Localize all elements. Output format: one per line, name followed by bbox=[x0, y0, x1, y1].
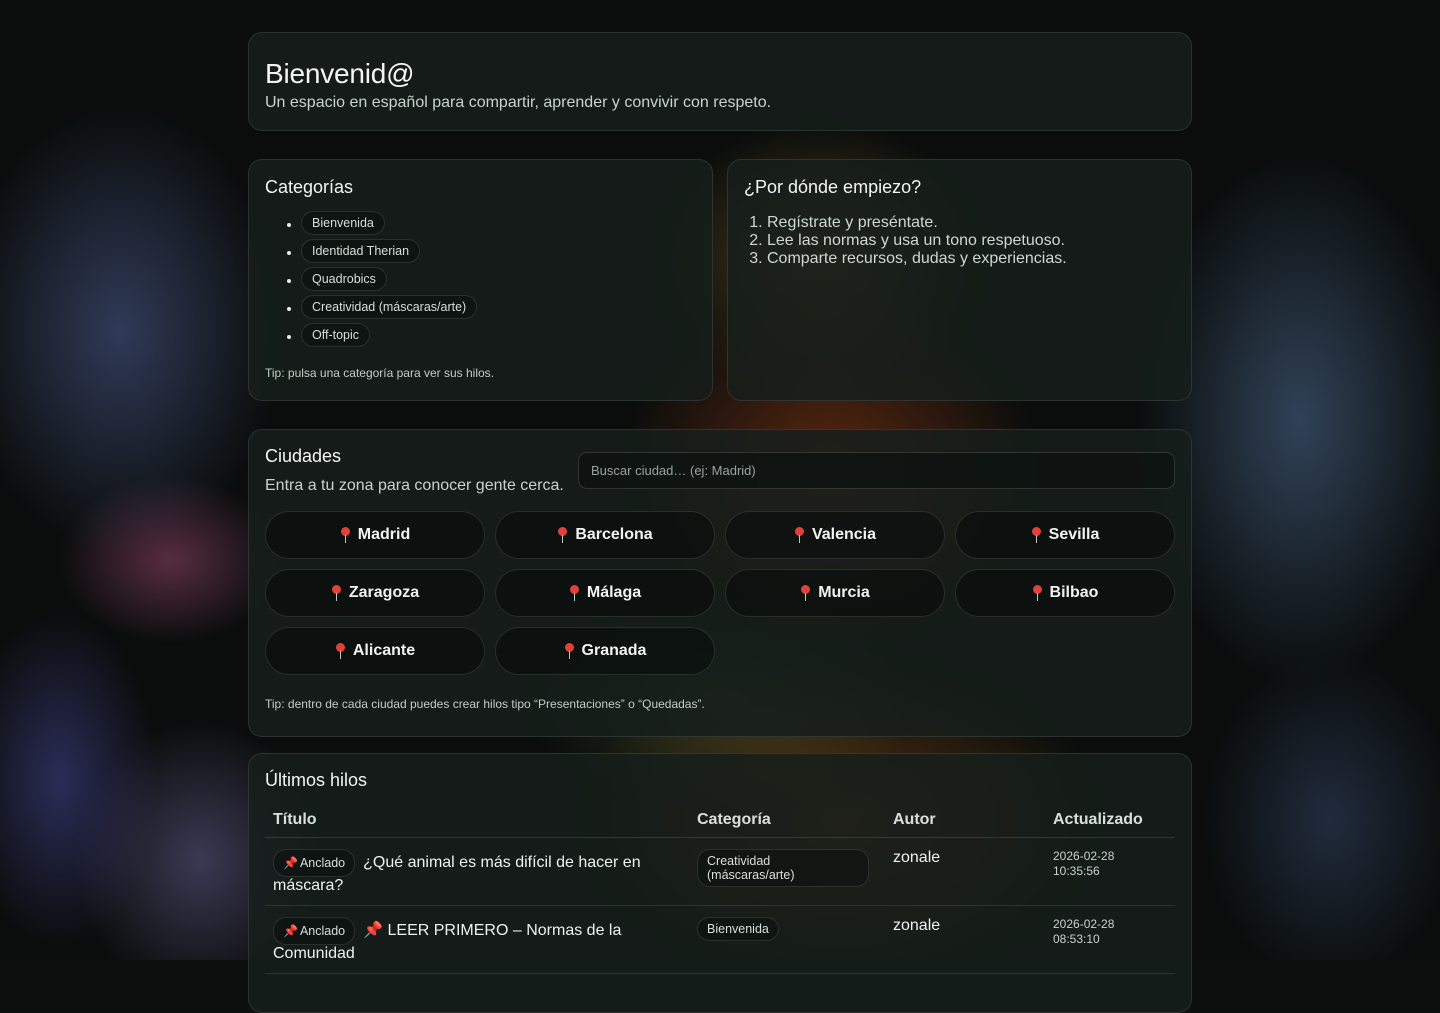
city-button-alicante[interactable]: Alicante bbox=[265, 627, 485, 675]
city-button-barcelona[interactable]: Barcelona bbox=[495, 511, 715, 559]
cities-heading: Ciudades Entra a tu zona para conocer ge… bbox=[265, 446, 564, 495]
thread-time: 10:35:56 bbox=[1053, 864, 1100, 878]
round-pushpin-icon bbox=[340, 527, 350, 543]
thread-date: 2026-02-28 bbox=[1053, 849, 1115, 863]
latest-threads-card: Últimos hilos Título Categoría Autor Act… bbox=[248, 753, 1192, 1013]
category-creatividad-link[interactable]: Creatividad (máscaras/arte) bbox=[301, 295, 478, 319]
column-header-updated: Actualizado bbox=[1045, 811, 1175, 838]
city-label: Sevilla bbox=[1048, 526, 1100, 543]
latest-threads-title: Últimos hilos bbox=[265, 770, 368, 790]
cities-header: Ciudades Entra a tu zona para conocer ge… bbox=[265, 446, 1175, 495]
pinned-badge-label: Anclado bbox=[299, 856, 346, 870]
thread-date: 2026-02-28 bbox=[1053, 917, 1115, 931]
pinned-badge: 📌 Anclado bbox=[273, 849, 356, 877]
city-button-murcia[interactable]: Murcia bbox=[725, 569, 945, 617]
cities-subtitle: Entra a tu zona para conocer gente cerca… bbox=[265, 477, 564, 494]
city-label: Málaga bbox=[586, 584, 642, 601]
round-pushpin-icon bbox=[800, 585, 811, 601]
thread-author: zonale bbox=[885, 905, 1045, 974]
cities-title: Ciudades bbox=[265, 446, 342, 466]
page-subtitle: Un espacio en español para compartir, ap… bbox=[265, 94, 772, 111]
pushpin-icon: 📌 bbox=[283, 856, 298, 870]
city-grid: Madrid Barcelona Valencia Sevilla Zarago… bbox=[265, 511, 1175, 675]
getting-started-title: ¿Por dónde empiezo? bbox=[744, 177, 922, 197]
pushpin-icon: 📌 bbox=[283, 924, 298, 938]
cities-card: Ciudades Entra a tu zona para conocer ge… bbox=[248, 429, 1192, 737]
city-button-malaga[interactable]: Málaga bbox=[495, 569, 715, 617]
list-item: Quadrobics bbox=[301, 267, 696, 296]
round-pushpin-icon bbox=[569, 585, 579, 601]
city-button-zaragoza[interactable]: Zaragoza bbox=[265, 569, 485, 617]
thread-category-link[interactable]: Bienvenida bbox=[697, 917, 779, 941]
info-row: Categorías Bienvenida Identidad Therian … bbox=[248, 159, 1192, 401]
round-pushpin-icon bbox=[331, 585, 341, 601]
column-header-author: Autor bbox=[885, 811, 1045, 838]
city-button-valencia[interactable]: Valencia bbox=[725, 511, 945, 559]
pinned-badge-label: Anclado bbox=[299, 924, 346, 938]
city-button-madrid[interactable]: Madrid bbox=[265, 511, 485, 559]
list-item: Bienvenida bbox=[301, 211, 696, 240]
thread-category-cell: Creatividad (máscaras/arte) bbox=[689, 837, 885, 906]
getting-started-steps: Regístrate y preséntate. Lee las normas … bbox=[744, 214, 1175, 268]
list-item: Creatividad (máscaras/arte) bbox=[301, 295, 696, 324]
step-item: Lee las normas y usa un tono respetuoso. bbox=[767, 232, 1175, 250]
cities-tip: Tip: dentro de cada ciudad puedes crear … bbox=[265, 697, 705, 711]
categories-tip: Tip: pulsa una categoría para ver sus hi… bbox=[265, 366, 495, 380]
thread-updated: 2026-02-28 08:53:10 bbox=[1045, 905, 1175, 974]
city-label: Granada bbox=[581, 642, 647, 659]
round-pushpin-icon bbox=[335, 643, 345, 659]
city-label: Murcia bbox=[818, 584, 870, 601]
round-pushpin-icon bbox=[1031, 527, 1041, 543]
categories-list: Bienvenida Identidad Therian Quadrobics … bbox=[265, 211, 696, 352]
city-label: Madrid bbox=[357, 526, 411, 543]
page-title: Bienvenid@ bbox=[265, 58, 415, 89]
column-header-category: Categoría bbox=[689, 811, 885, 838]
welcome-card: Bienvenid@ Un espacio en español para co… bbox=[248, 32, 1192, 131]
city-label: Alicante bbox=[352, 642, 416, 659]
thread-category-link[interactable]: Creatividad (máscaras/arte) bbox=[697, 849, 869, 887]
city-search-input[interactable] bbox=[578, 452, 1175, 489]
city-label: Barcelona bbox=[575, 526, 653, 543]
city-button-sevilla[interactable]: Sevilla bbox=[955, 511, 1175, 559]
thread-category-cell: Bienvenida bbox=[689, 905, 885, 974]
thread-title-cell: 📌 Anclado ¿Qué animal es más difícil de ha… bbox=[265, 837, 689, 906]
table-header-row: Título Categoría Autor Actualizado bbox=[265, 811, 1175, 838]
city-button-bilbao[interactable]: Bilbao bbox=[955, 569, 1175, 617]
main-container: Bienvenid@ Un espacio en español para co… bbox=[248, 32, 1192, 1013]
thread-updated: 2026-02-28 10:35:56 bbox=[1045, 837, 1175, 906]
category-bienvenida-link[interactable]: Bienvenida bbox=[301, 211, 385, 235]
pinned-badge: 📌 Anclado bbox=[273, 917, 356, 945]
city-label: Valencia bbox=[811, 526, 877, 543]
table-row: 📌 Anclado ¿Qué animal es más difícil de ha… bbox=[265, 837, 1175, 906]
thread-title-cell: 📌 Anclado 📌 LEER PRIMERO – Normas de la Co… bbox=[265, 905, 689, 974]
round-pushpin-icon bbox=[1032, 585, 1042, 601]
table-row: 📌 Anclado 📌 LEER PRIMERO – Normas de la Co… bbox=[265, 905, 1175, 974]
step-item: Comparte recursos, dudas y experiencias. bbox=[767, 250, 1175, 268]
city-button-granada[interactable]: Granada bbox=[495, 627, 715, 675]
list-item: Identidad Therian bbox=[301, 239, 696, 268]
categories-card: Categorías Bienvenida Identidad Therian … bbox=[248, 159, 713, 401]
categories-title: Categorías bbox=[265, 177, 354, 197]
category-off-topic-link[interactable]: Off-topic bbox=[301, 323, 371, 347]
city-label: Zaragoza bbox=[348, 584, 420, 601]
round-pushpin-icon bbox=[794, 527, 804, 543]
category-identidad-therian-link[interactable]: Identidad Therian bbox=[301, 239, 421, 263]
thread-author: zonale bbox=[885, 837, 1045, 906]
threads-table: Título Categoría Autor Actualizado 📌 Ancl… bbox=[265, 811, 1175, 974]
list-item: Off-topic bbox=[301, 323, 696, 352]
column-header-title: Título bbox=[265, 811, 689, 838]
city-label: Bilbao bbox=[1049, 584, 1099, 601]
getting-started-card: ¿Por dónde empiezo? Regístrate y presént… bbox=[727, 159, 1192, 401]
round-pushpin-icon bbox=[564, 643, 574, 659]
category-quadrobics-link[interactable]: Quadrobics bbox=[301, 267, 387, 291]
thread-time: 08:53:10 bbox=[1053, 932, 1100, 946]
round-pushpin-icon bbox=[557, 527, 568, 543]
step-item: Regístrate y preséntate. bbox=[767, 214, 1175, 232]
